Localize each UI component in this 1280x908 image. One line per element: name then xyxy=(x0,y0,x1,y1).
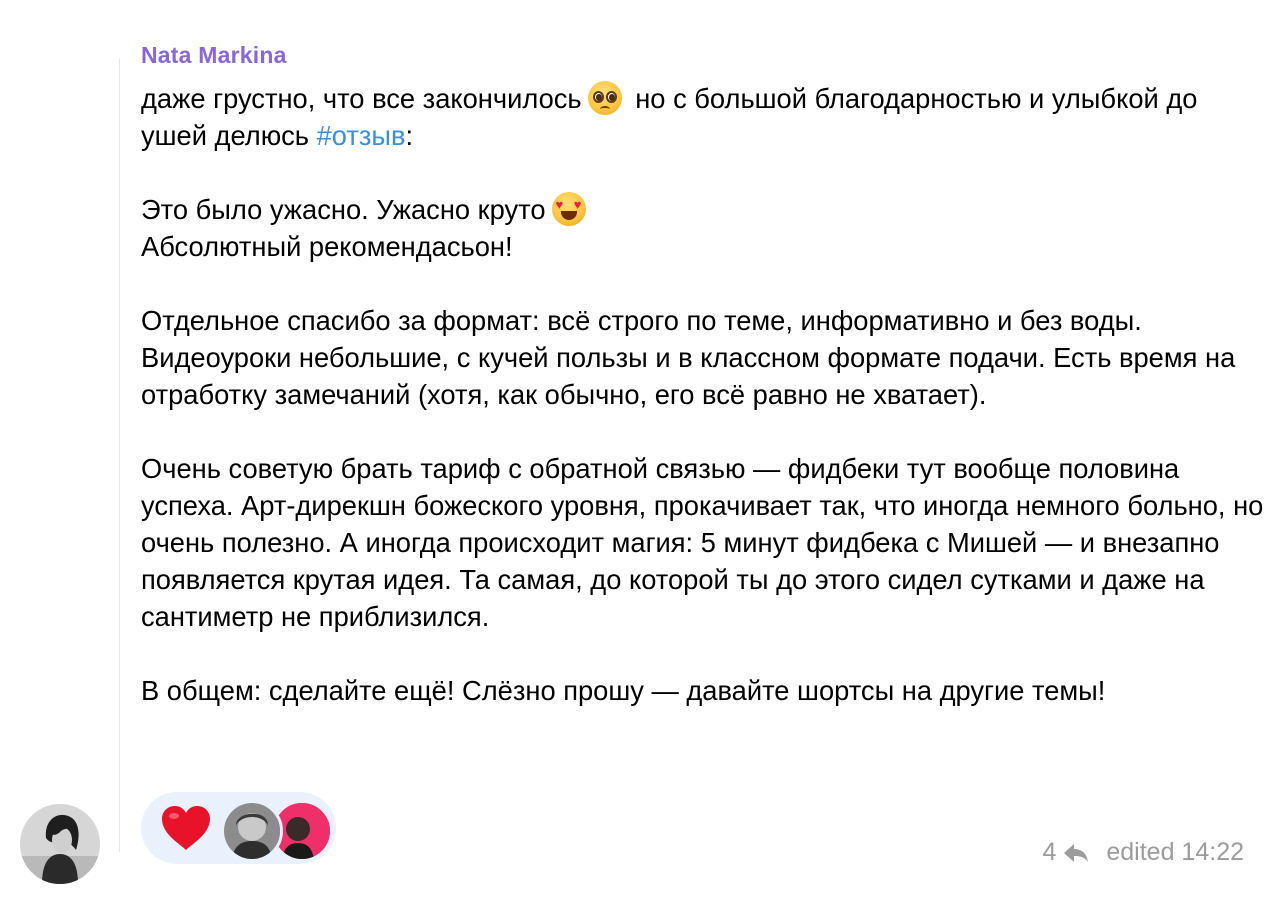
message-thread-line xyxy=(119,58,120,852)
emoji-eye-left xyxy=(592,91,604,103)
message-paragraph-5: В общем: сделайте ещё! Слёзно прошу — да… xyxy=(141,675,1106,706)
message-paragraph-3: Отдельное спасибо за формат: всё строго … xyxy=(141,305,1236,410)
message-paragraph-2: Это было ужасно. Ужасно круто ♥ ♥ Абсолютны… xyxy=(141,191,1266,265)
message-paragraph-1: даже грустно, что все закончилось но с б… xyxy=(141,80,1266,154)
red-heart-icon xyxy=(162,806,210,850)
edited-timestamp: edited 14:22 xyxy=(1106,838,1244,866)
emoji-mouth xyxy=(599,106,610,112)
message-text-part: : xyxy=(405,120,414,151)
reactor-avatar[interactable] xyxy=(221,800,283,862)
pleading-face-icon xyxy=(587,81,622,115)
emoji-heart-left: ♥ xyxy=(555,197,564,212)
message-meta: 4 edited 14:22 xyxy=(1042,838,1244,867)
sender-name[interactable]: Nata Markina xyxy=(141,42,287,69)
reply-arrow-icon[interactable] xyxy=(1062,842,1090,864)
emoji-mouth xyxy=(560,211,577,220)
reply-count[interactable]: 4 xyxy=(1042,838,1056,867)
heart-eyes-icon: ♥ ♥ xyxy=(551,192,586,226)
emoji-heart-right: ♥ xyxy=(573,197,582,212)
message-text-part: Это было ужасно. Ужасно круто xyxy=(141,194,546,225)
message-text: даже грустно, что все закончилось но с б… xyxy=(141,80,1266,709)
chat-message-area: Nata Markina даже грустно, что все закон… xyxy=(0,0,1280,908)
reactor-photo xyxy=(224,803,280,859)
avatar-photo xyxy=(20,804,100,884)
hashtag-link[interactable]: #отзыв xyxy=(317,120,406,151)
message-paragraph-4: Очень советую брать тариф с обратной свя… xyxy=(141,453,1264,632)
message-text-part: даже грустно, что все закончилось xyxy=(141,83,582,114)
reaction-pill[interactable] xyxy=(141,792,336,864)
sender-avatar[interactable] xyxy=(20,804,100,884)
emoji-eye-right xyxy=(605,91,617,103)
message-text-part: Абсолютный рекомендасьон! xyxy=(141,231,513,262)
